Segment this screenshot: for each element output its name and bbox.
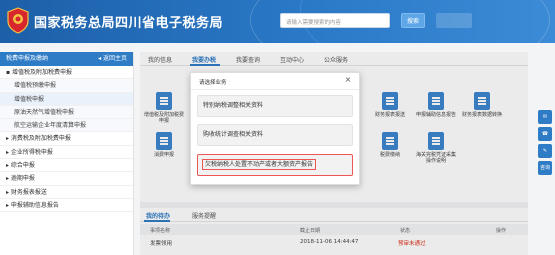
sidebar-item-overdue[interactable]: ▸ 逾期申报 xyxy=(0,172,133,186)
float-button-2[interactable]: ☎ xyxy=(538,127,552,141)
sidebar-item-financial-report[interactable]: ▸ 财务报表报送 xyxy=(0,186,133,199)
sidebar-item-vat[interactable]: ▪ 增值税及附加税费申报 xyxy=(0,66,133,80)
tax-emblem-icon xyxy=(7,7,29,34)
site-title: 国家税务总局四川省电子税务局 xyxy=(34,16,224,31)
sidebar-item-vat-prepay[interactable]: 增值税预缴申报 xyxy=(0,79,133,93)
search-input[interactable]: 请输入需要搜索的内容 xyxy=(280,13,390,28)
float-button-3[interactable]: ✎ xyxy=(538,144,552,158)
sidebar-item-aviation-settlement[interactable]: 航空运输企业年度清算申报 xyxy=(0,119,133,133)
edit-icon: ✎ xyxy=(542,148,548,154)
top-header: 国家税务总局四川省电子税务局 请输入需要搜索的内容 搜索 xyxy=(0,0,555,43)
dialog-title: 请选择业务 xyxy=(199,80,227,86)
sidebar-item-aux-info[interactable]: ▸ 申报辅助信息报告 xyxy=(0,199,133,213)
sidebar: 税费申报及缴纳 ◂ 返回主页 ▪ 增值税及附加税费申报 增值税预缴申报 增值税申… xyxy=(0,52,134,255)
sidebar-item-oil-gas-vat[interactable]: 原油天然气增值税申报 xyxy=(0,105,133,120)
dialog-divider xyxy=(191,89,359,90)
select-business-dialog: 请选择业务 × 特别纳税调整相关资料 购收统计调查相关资料 欠税纳税人处置不动产… xyxy=(190,72,360,185)
close-icon[interactable]: × xyxy=(343,75,353,85)
back-home-link[interactable]: ◂ 返回主页 xyxy=(98,52,127,66)
sidebar-item-comprehensive[interactable]: ▸ 综合申报 xyxy=(0,159,133,173)
sidebar-title: 税费申报及缴纳 xyxy=(6,55,49,62)
option-arrears-asset-disposal[interactable]: 欠税纳税人处置不动产或者大额资产报告 xyxy=(197,154,353,176)
sidebar-item-consumption-tax[interactable]: ▸ 消费税及附加税费申报 xyxy=(0,132,133,146)
floating-toolbar: ✉ ☎ ✎ 咨询 xyxy=(538,110,552,178)
option-statistics-survey[interactable]: 购收统计调查相关资料 xyxy=(197,124,353,146)
sidebar-item-corporate-income-tax[interactable]: ▸ 企业所得税申报 xyxy=(0,146,133,160)
float-button-1[interactable]: ✉ xyxy=(538,110,552,124)
sidebar-header: 税费申报及缴纳 ◂ 返回主页 xyxy=(0,52,133,66)
phone-icon: ☎ xyxy=(541,131,549,137)
option-special-tax-adjustment[interactable]: 特别纳税调整相关资料 xyxy=(197,95,353,117)
option-label: 欠税纳税人处置不动产或者大额资产报告 xyxy=(201,159,317,170)
consult-button[interactable]: 咨询 xyxy=(538,161,552,175)
user-menu[interactable] xyxy=(436,13,472,28)
sidebar-item-vat-declare[interactable]: 增值税申报 xyxy=(0,92,133,106)
search-button[interactable]: 搜索 xyxy=(401,13,425,28)
chat-icon: ✉ xyxy=(542,114,548,120)
